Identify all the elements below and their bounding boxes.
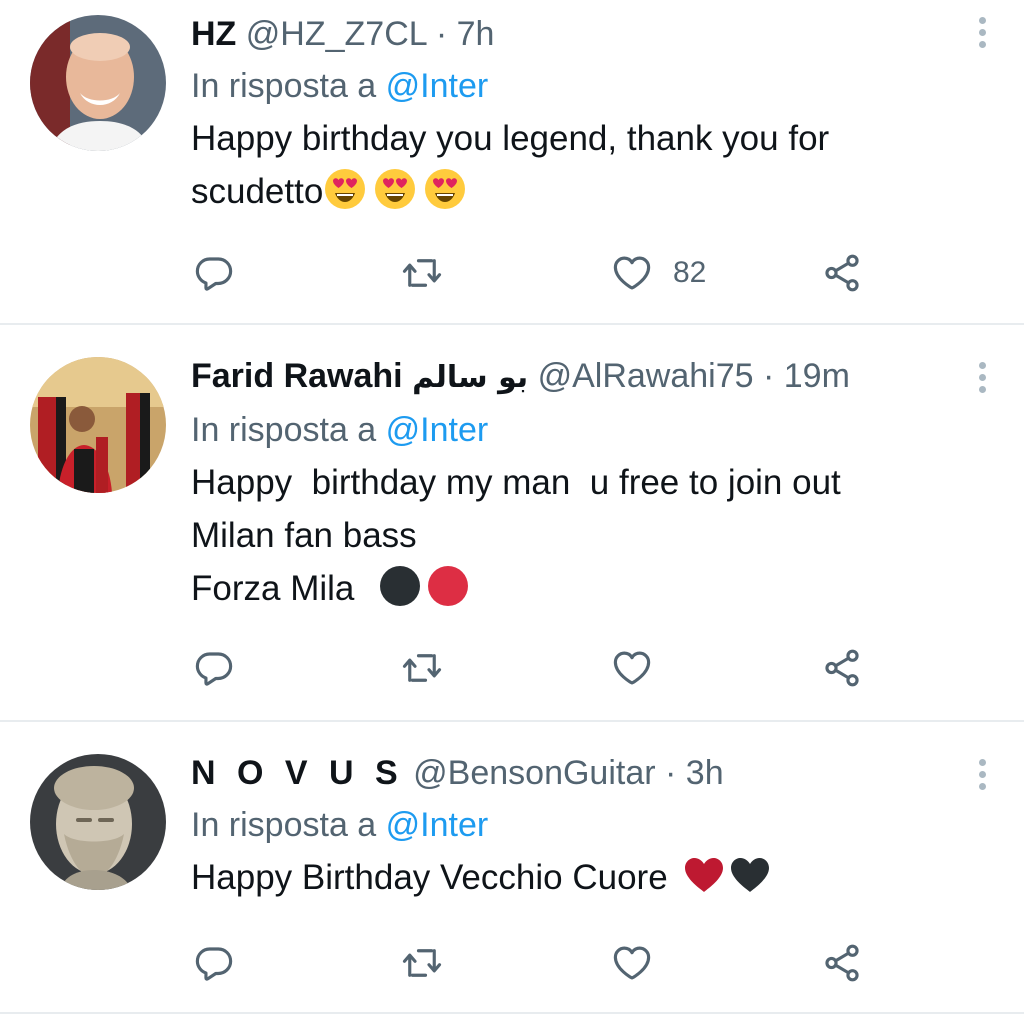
tweet-text: Happy Birthday Vecchio Cuore (191, 851, 964, 904)
tweet-actions: 82 (191, 248, 871, 298)
reply-context: In risposta a @Inter (191, 805, 964, 845)
reply-mention-link[interactable]: @Inter (386, 67, 489, 105)
red-heart-emoji (682, 853, 726, 897)
tweet-actions (191, 643, 871, 693)
user-handle[interactable]: @HZ_Z7CL (246, 15, 427, 53)
share-button[interactable] (821, 643, 863, 693)
tweet[interactable]: HZ @HZ_Z7CL · 7h In risposta a @Inter Ha… (0, 0, 1024, 325)
reply-button[interactable] (193, 643, 235, 693)
retweet-icon (401, 647, 443, 689)
reply-icon (193, 647, 235, 689)
display-name[interactable]: Farid Rawahi (191, 357, 403, 395)
display-name[interactable]: N O V U S (191, 754, 404, 792)
reply-label: In risposta a (191, 806, 377, 844)
user-handle[interactable]: @BensonGuitar (413, 754, 655, 792)
display-name-arabic[interactable]: بو سالم (412, 360, 528, 395)
timestamp[interactable]: · 3h (665, 754, 724, 792)
retweet-icon (401, 252, 443, 294)
heart-eyes-emoji (423, 167, 467, 211)
reply-button[interactable] (193, 938, 235, 988)
tweet-header: N O V U S @BensonGuitar · 3h (191, 753, 964, 793)
reply-icon (193, 942, 235, 984)
like-count: 82 (673, 256, 707, 289)
like-button[interactable] (611, 643, 653, 693)
avatar[interactable] (30, 357, 166, 493)
reply-context: In risposta a @Inter (191, 410, 964, 450)
tweet-text-line: scudetto (191, 172, 324, 211)
tweet-text-line: Happy birthday you legend, thank you for (191, 119, 830, 158)
reply-label: In risposta a (191, 67, 377, 105)
tweet-header: Farid Rawahi بو سالم @AlRawahi75 · 19m (191, 356, 964, 398)
timestamp[interactable]: · 7h (436, 15, 495, 53)
display-name[interactable]: HZ (191, 15, 236, 53)
like-button[interactable]: 82 (611, 248, 706, 298)
tweet[interactable]: N O V U S @BensonGuitar · 3h In risposta… (0, 722, 1024, 1014)
tweet-actions (191, 938, 871, 988)
tweet-text: Happy birthday my man u free to join out… (191, 456, 964, 615)
tweet-text-line: Happy Birthday Vecchio Cuore (191, 858, 668, 897)
reply-mention-link[interactable]: @Inter (386, 806, 489, 844)
reply-button[interactable] (193, 248, 235, 298)
tweet-text: Happy birthday you legend, thank you for… (191, 112, 964, 218)
black-heart-emoji (728, 853, 772, 897)
share-icon (821, 942, 863, 984)
black-circle-emoji (378, 564, 422, 608)
share-button[interactable] (821, 938, 863, 988)
more-options-icon[interactable] (970, 752, 994, 796)
heart-eyes-emoji (323, 167, 367, 211)
more-options-icon[interactable] (970, 355, 994, 399)
retweet-button[interactable] (401, 643, 443, 693)
user-handle[interactable]: @AlRawahi75 (538, 357, 754, 395)
like-icon (611, 942, 653, 984)
reply-label: In risposta a (191, 411, 377, 449)
more-options-icon[interactable] (970, 10, 994, 54)
share-icon (821, 252, 863, 294)
heart-eyes-emoji (373, 167, 417, 211)
tweet-text-line: Forza Mila (191, 569, 355, 608)
reply-mention-link[interactable]: @Inter (386, 411, 489, 449)
tweet-text-line: Milan fan bass (191, 516, 417, 555)
red-circle-emoji (426, 564, 470, 608)
reply-context: In risposta a @Inter (191, 66, 964, 106)
avatar[interactable] (30, 15, 166, 151)
share-button[interactable] (821, 248, 863, 298)
timestamp[interactable]: · 19m (763, 357, 850, 395)
like-button[interactable] (611, 938, 653, 988)
reply-icon (193, 252, 235, 294)
tweet[interactable]: Farid Rawahi بو سالم @AlRawahi75 · 19m I… (0, 325, 1024, 722)
tweet-header: HZ @HZ_Z7CL · 7h (191, 14, 964, 54)
retweet-button[interactable] (401, 248, 443, 298)
avatar[interactable] (30, 754, 166, 890)
share-icon (821, 647, 863, 689)
retweet-icon (401, 942, 443, 984)
like-icon (611, 252, 653, 294)
tweet-text-line: Happy birthday my man u free to join out (191, 463, 841, 502)
retweet-button[interactable] (401, 938, 443, 988)
like-icon (611, 647, 653, 689)
